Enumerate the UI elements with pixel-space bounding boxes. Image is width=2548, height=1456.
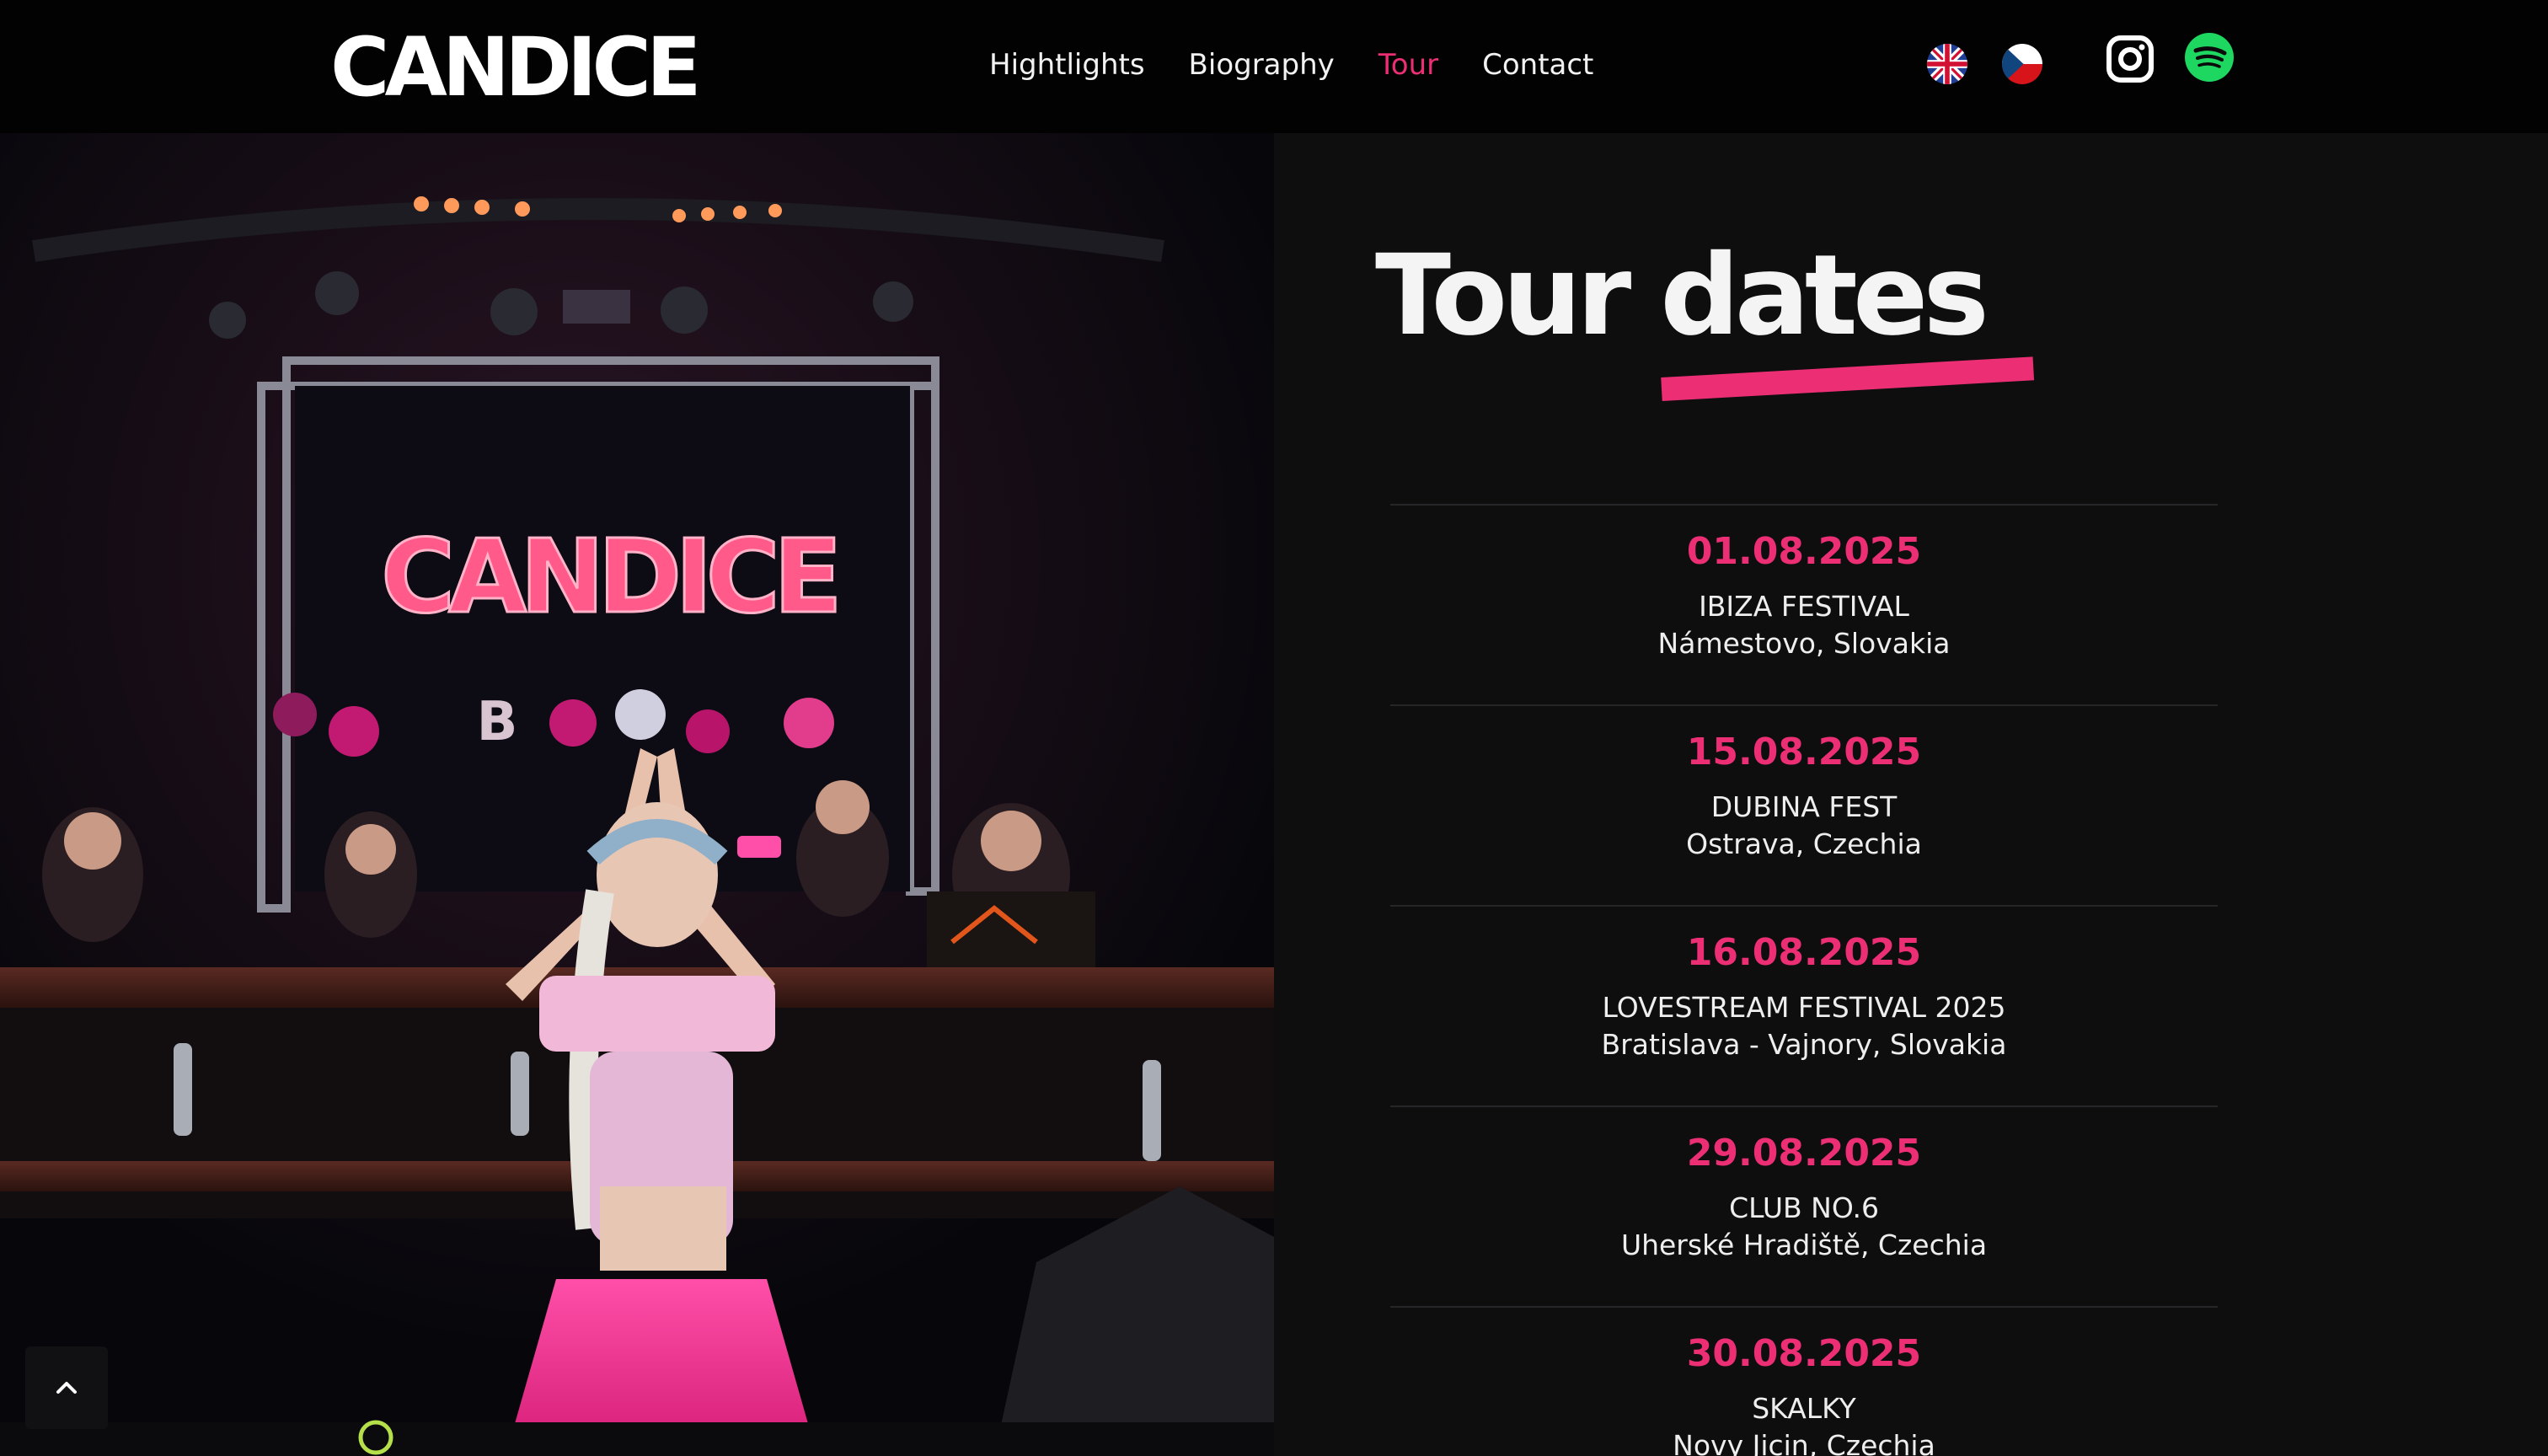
nav-item-biography[interactable]: Biography <box>1189 48 1335 82</box>
tour-date: 15.08.2025 <box>1686 731 1922 774</box>
tour-title: Tour dates <box>1375 231 1989 361</box>
tour-event-place: Uherské Hradiště, Czechia <box>1620 1228 1988 1261</box>
tour-event-place: Ostrava, Czechia <box>1686 827 1922 860</box>
title-underline <box>1661 356 2035 401</box>
hero-photo: CANDICE B <box>0 133 1274 1456</box>
czech-flag-icon[interactable] <box>2002 44 2042 84</box>
balloon-letter: B <box>477 691 518 753</box>
tour-event-name: SKALKY <box>1752 1392 1856 1425</box>
tour-section: Tour dates 01.08.2025 IBIZA FESTIVAL Nám… <box>1274 133 2548 1456</box>
tour-date-item: 15.08.2025 DUBINA FEST Ostrava, Czechia <box>1390 704 2218 905</box>
tour-event-place: Bratislava - Vajnory, Slovakia <box>1601 1028 2007 1061</box>
tour-date: 01.08.2025 <box>1686 530 1922 573</box>
uk-flag-icon[interactable] <box>1927 44 1967 84</box>
tour-date-item: 01.08.2025 IBIZA FESTIVAL Námestovo, Slo… <box>1390 504 2218 704</box>
site-header: CANDICE Hightlights Biography Tour Conta… <box>0 0 2548 133</box>
chevron-up-icon <box>56 1382 77 1394</box>
tour-date: 29.08.2025 <box>1686 1132 1922 1175</box>
stage-sign-text: CANDICE <box>381 519 836 636</box>
nav-item-tour[interactable]: Tour <box>1378 48 1438 82</box>
tour-event-name: IBIZA FESTIVAL <box>1699 590 1909 623</box>
nav-item-highlights[interactable]: Hightlights <box>989 48 1145 82</box>
main-nav: Hightlights Biography Tour Contact <box>989 44 1593 86</box>
tour-event-name: DUBINA FEST <box>1710 790 1898 823</box>
tour-date: 16.08.2025 <box>1686 931 1922 974</box>
tour-date-item: 30.08.2025 SKALKY Novy Jicin, Czechia <box>1390 1306 2218 1456</box>
instagram-icon[interactable] <box>2105 34 2155 84</box>
tour-date-item: 29.08.2025 CLUB NO.6 Uherské Hradiště, C… <box>1390 1105 2218 1306</box>
nav-item-contact[interactable]: Contact <box>1482 48 1593 82</box>
tour-date: 30.08.2025 <box>1686 1332 1922 1375</box>
tour-event-name: CLUB NO.6 <box>1729 1191 1879 1224</box>
spotify-icon[interactable] <box>2184 32 2235 83</box>
tour-dates-list: 01.08.2025 IBIZA FESTIVAL Námestovo, Slo… <box>1390 504 2218 1456</box>
scroll-to-top-button[interactable] <box>25 1346 108 1429</box>
tour-date-item: 16.08.2025 LOVESTREAM FESTIVAL 2025 Brat… <box>1390 905 2218 1105</box>
tour-event-place: Námestovo, Slovakia <box>1657 627 1951 660</box>
tour-event-place: Novy Jicin, Czechia <box>1673 1429 1935 1456</box>
tour-event-name: LOVESTREAM FESTIVAL 2025 <box>1602 991 2006 1024</box>
site-logo[interactable]: CANDICE <box>330 27 702 108</box>
